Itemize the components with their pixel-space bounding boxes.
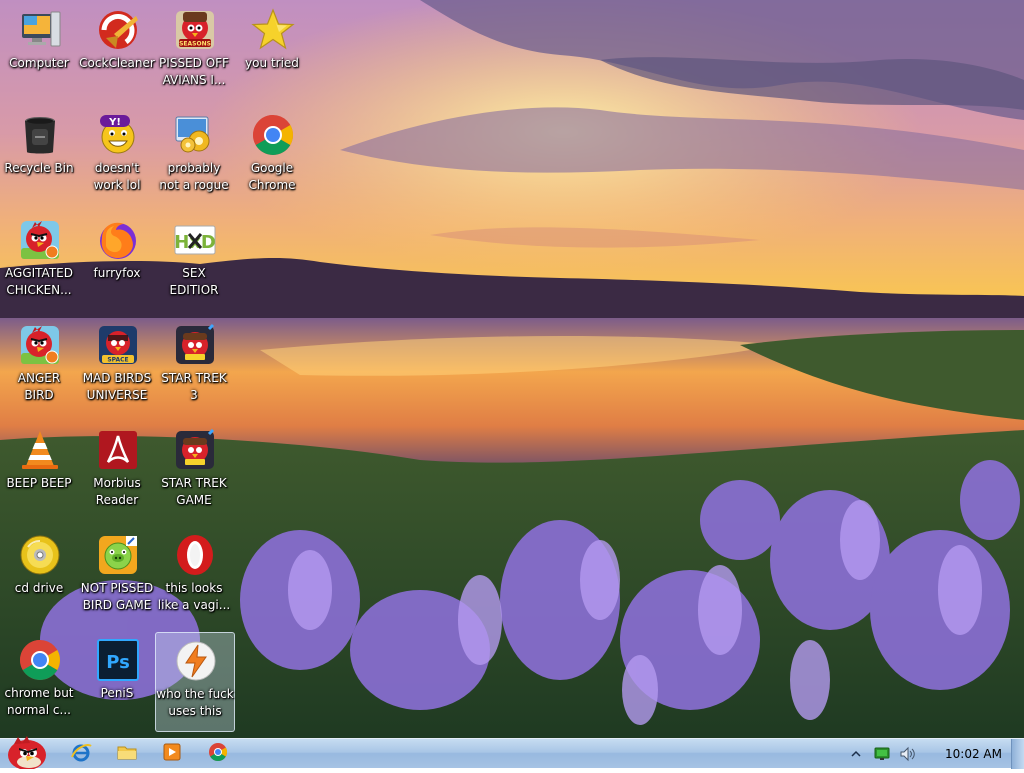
desktop-icon-chrome-but-normal[interactable]: chrome but normal c... — [0, 632, 80, 732]
cd-disc-icon — [18, 533, 62, 577]
desktop-icon-label: SEX EDITIOR — [169, 266, 219, 297]
desktop-icon-label: this looks like a vagi... — [157, 581, 231, 612]
angry-birds-seasons-icon: SEASONS — [173, 8, 217, 52]
media-player-icon — [161, 741, 183, 767]
desktop-icon-label: Computer — [9, 56, 69, 70]
vlc-cone-icon — [18, 428, 62, 472]
angry-birds-space-icon: SPACE — [96, 323, 140, 367]
angry-birds-star-wars-icon — [173, 323, 217, 367]
svg-text:SEASONS: SEASONS — [179, 41, 211, 48]
desktop-icon-penis[interactable]: Ps PeniS — [78, 632, 158, 732]
system-tray: 10:02 AM — [847, 739, 1008, 769]
taskbar-pin-ie[interactable] — [61, 741, 101, 767]
system-gears-icon — [173, 113, 217, 157]
chrome-icon — [18, 638, 62, 682]
chrome-icon — [207, 741, 229, 767]
desktop-icon-label: Morbius Reader — [93, 476, 141, 507]
lightning-browser-icon — [174, 639, 218, 683]
show-desktop-button[interactable] — [1011, 739, 1024, 769]
computer-icon — [18, 8, 62, 52]
desktop-icon-label: PeniS — [100, 686, 134, 700]
desktop-icon-recycle-bin[interactable]: Recycle Bin — [0, 107, 80, 207]
desktop-icon-label: Google Chrome — [248, 161, 296, 192]
recycle-bin-icon — [18, 113, 62, 157]
internet-explorer-icon — [70, 741, 92, 767]
desktop-icon-label: Recycle Bin — [4, 161, 74, 175]
desktop-icon-sex-editior[interactable]: HxD SEX EDITIOR — [155, 212, 235, 312]
desktop-icon-star-trek-3[interactable]: STAR TREK 3 — [155, 317, 235, 417]
svg-text:SPACE: SPACE — [107, 357, 128, 364]
taskbar-pin-media-player[interactable] — [152, 741, 192, 767]
svg-text:Y!: Y! — [108, 117, 121, 128]
desktop-icon-label: furryfox — [93, 266, 141, 280]
desktop-icon-anger-bird[interactable]: ANGER BIRD — [0, 317, 80, 417]
angry-birds-star-wars-icon — [173, 428, 217, 472]
desktop-icon-doesnt-work[interactable]: Y! doesn't work lol — [78, 107, 158, 207]
desktop-icon-label: chrome but normal c... — [4, 686, 74, 717]
desktop-icon-beep-beep[interactable]: BEEP BEEP — [0, 422, 80, 522]
ccleaner-icon — [96, 8, 140, 52]
desktop-icon-pissed-off-avians[interactable]: SEASONS PISSED OFF AVIANS I... — [155, 2, 235, 102]
desktop-icon-label: doesn't work lol — [93, 161, 141, 192]
adobe-reader-icon — [96, 428, 140, 472]
desktop-icon-furryfox[interactable]: furryfox — [78, 212, 158, 312]
bad-piggies-icon — [96, 533, 140, 577]
desktop-icon-label: AGGITATED CHICKEN... — [5, 266, 73, 297]
angry-birds-icon — [18, 323, 62, 367]
desktop-icon-who-uses-this[interactable]: who the fuck uses this — [155, 632, 235, 732]
desktop-icon-cockcleaner[interactable]: CockCleaner — [78, 2, 158, 102]
start-button[interactable] — [2, 735, 48, 770]
desktop-icon-not-pissed-bird-game[interactable]: NOT PISSED BIRD GAME — [78, 527, 158, 627]
opera-icon — [173, 533, 217, 577]
desktop-icon-label: PISSED OFF AVIANS I... — [159, 56, 229, 87]
photoshop-icon: Ps — [96, 638, 140, 682]
folder-icon — [116, 741, 138, 767]
desktop-icon-label: STAR TREK GAME — [161, 476, 227, 507]
desktop-icon-this-looks-like[interactable]: this looks like a vagi... — [155, 527, 235, 627]
desktop-icon-label: NOT PISSED BIRD GAME — [80, 581, 154, 612]
yahoo-messenger-icon: Y! — [96, 113, 140, 157]
desktop-icon-mad-birds-universe[interactable]: SPACE MAD BIRDS UNIVERSE — [78, 317, 158, 417]
gold-star-icon — [251, 8, 295, 52]
desktop-icon-computer[interactable]: Computer — [0, 2, 80, 102]
desktop-icon-label: probably not a rogue — [159, 161, 229, 192]
firefox-icon — [96, 218, 140, 262]
angry-birds-icon — [18, 218, 62, 262]
chrome-icon — [251, 113, 295, 157]
desktop-icon-you-tried[interactable]: you tried — [233, 2, 313, 102]
desktop-icon-label: cd drive — [14, 581, 64, 595]
desktop-icon-label: you tried — [245, 56, 299, 70]
desktop-icon-label: ANGER BIRD — [17, 371, 61, 402]
desktop-icon-grid: Computer CockCleaner SEASONS PISSED OFF AVI… — [0, 0, 1024, 738]
desktop-icon-label: BEEP BEEP — [6, 476, 72, 490]
taskbar-pin-chrome[interactable] — [198, 741, 238, 767]
angry-bird-start-orb-icon — [8, 736, 46, 770]
taskbar: 10:02 AM — [0, 735, 1024, 770]
svg-text:Ps: Ps — [106, 652, 130, 673]
volume-icon[interactable] — [899, 745, 917, 763]
desktop-icon-label: STAR TREK 3 — [161, 371, 227, 402]
taskbar-pin-explorer[interactable] — [107, 741, 147, 767]
show-hidden-icons-chevron-icon[interactable] — [847, 745, 865, 763]
network-icon[interactable] — [873, 745, 891, 763]
desktop-icon-morbius-reader[interactable]: Morbius Reader — [78, 422, 158, 522]
clock[interactable]: 10:02 AM — [945, 747, 1002, 761]
desktop-icon-star-trek-game[interactable]: STAR TREK GAME — [155, 422, 235, 522]
desktop-icon-aggitated-chicken[interactable]: AGGITATED CHICKEN... — [0, 212, 80, 312]
desktop-icon-label: CockCleaner — [79, 56, 155, 70]
desktop-icon-cd-drive[interactable]: cd drive — [0, 527, 80, 627]
desktop-icon-label: who the fuck uses this — [156, 687, 234, 718]
desktop-icon-probably-not-a-rogue[interactable]: probably not a rogue — [155, 107, 235, 207]
desktop-icon-google-chrome[interactable]: Google Chrome — [233, 107, 313, 207]
hxd-hex-editor-icon: HxD — [173, 218, 217, 262]
desktop-icon-label: MAD BIRDS UNIVERSE — [82, 371, 152, 402]
